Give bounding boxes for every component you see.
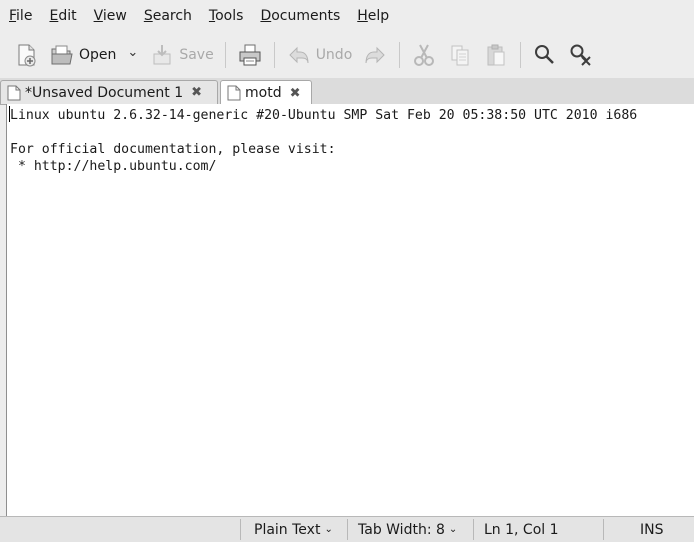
folder-open-icon (51, 45, 73, 65)
menu-help[interactable]: Help (348, 8, 397, 24)
syntax-selector[interactable]: Plain Text ⌄ (254, 517, 333, 542)
chevron-down-icon: ⌄ (127, 44, 139, 60)
redo-button[interactable] (357, 35, 393, 75)
toolbar-separator (224, 42, 226, 68)
menu-search[interactable]: Search (135, 8, 200, 24)
toolbar: Open ⌄ Save Undo (0, 32, 694, 78)
document-icon (227, 85, 241, 101)
status-divider (347, 519, 348, 540)
menu-view[interactable]: View (85, 8, 135, 24)
chevron-down-icon: ⌄ (448, 524, 458, 535)
text-cursor (9, 106, 10, 122)
toolbar-separator (399, 42, 401, 68)
menu-bar: File Edit View Search Tools Documents He… (0, 0, 694, 32)
status-divider (603, 519, 604, 540)
text-editor[interactable]: Linux ubuntu 2.6.32-14-generic #20-Ubunt… (6, 104, 694, 516)
chevron-down-icon: ⌄ (324, 524, 333, 535)
open-dropdown-button[interactable]: ⌄ (121, 35, 144, 75)
close-icon[interactable]: ✖ (290, 86, 301, 101)
status-divider (473, 519, 474, 540)
insert-mode-label: INS (640, 521, 664, 538)
save-label: Save (179, 47, 214, 63)
cut-button[interactable] (406, 35, 442, 75)
menu-search-label: earch (152, 8, 192, 24)
open-button[interactable]: Open (44, 35, 121, 75)
menu-help-label: elp (367, 8, 390, 24)
find-replace-icon (570, 44, 591, 66)
paste-icon (487, 44, 505, 66)
menu-file-label: ile (16, 8, 33, 24)
status-bar: Plain Text ⌄ Tab Width: 8 ⌄ Ln 1, Col 1 … (0, 516, 694, 542)
open-label: Open (79, 47, 117, 63)
new-button[interactable] (8, 35, 44, 75)
cursor-position: Ln 1, Col 1 (484, 517, 559, 542)
document-content[interactable]: Linux ubuntu 2.6.32-14-generic #20-Ubunt… (7, 104, 694, 175)
document-icon (7, 85, 21, 100)
menu-edit[interactable]: Edit (40, 8, 84, 24)
tab-label: motd (245, 85, 282, 101)
menu-file-mnemonic: F (9, 8, 17, 24)
status-divider (240, 519, 241, 540)
save-button[interactable]: Save (144, 35, 218, 75)
tab-label: *Unsaved Document 1 (25, 84, 184, 101)
tab-unsaved-document-1[interactable]: *Unsaved Document 1 ✖ (0, 80, 218, 104)
menu-tools-label: ools (215, 8, 244, 24)
paste-button[interactable] (478, 35, 514, 75)
menu-search-mnemonic: S (143, 8, 153, 24)
menu-tools[interactable]: Tools (200, 8, 252, 24)
toolbar-separator (520, 42, 522, 68)
save-icon (153, 45, 171, 65)
insert-mode: INS (640, 517, 664, 542)
menu-edit-label: dit (58, 8, 77, 24)
search-icon (535, 45, 555, 64)
menu-documents-mnemonic: D (260, 8, 272, 24)
tab-motd[interactable]: motd ✖ (220, 80, 312, 105)
undo-button[interactable]: Undo (281, 35, 358, 75)
menu-view-mnemonic: V (93, 8, 103, 24)
close-icon[interactable]: ✖ (191, 85, 202, 100)
new-document-icon (18, 44, 36, 67)
toolbar-separator (273, 42, 275, 68)
scissors-icon (414, 44, 435, 66)
redo-icon (365, 46, 385, 64)
menu-view-label: iew (102, 8, 127, 24)
copy-icon (451, 45, 469, 66)
menu-documents-label: ocuments (271, 8, 341, 24)
undo-icon (288, 46, 309, 64)
copy-button[interactable] (442, 35, 478, 75)
syntax-label: Plain Text (254, 521, 321, 538)
find-button[interactable] (527, 35, 563, 75)
find-replace-button[interactable] (563, 35, 599, 75)
menu-help-mnemonic: H (357, 8, 368, 24)
menu-edit-mnemonic: E (49, 8, 59, 24)
printer-icon (239, 44, 261, 66)
tab-width-selector[interactable]: Tab Width: 8 ⌄ (358, 517, 457, 542)
document-tab-bar: *Unsaved Document 1 ✖ motd ✖ (0, 78, 694, 105)
undo-label: Undo (315, 47, 353, 63)
menu-file[interactable]: File (0, 8, 40, 24)
print-button[interactable] (232, 35, 268, 75)
menu-documents[interactable]: Documents (251, 8, 348, 24)
cursor-position-label: Ln 1, Col 1 (484, 521, 559, 538)
tab-width-label: Tab Width: 8 (358, 521, 445, 538)
